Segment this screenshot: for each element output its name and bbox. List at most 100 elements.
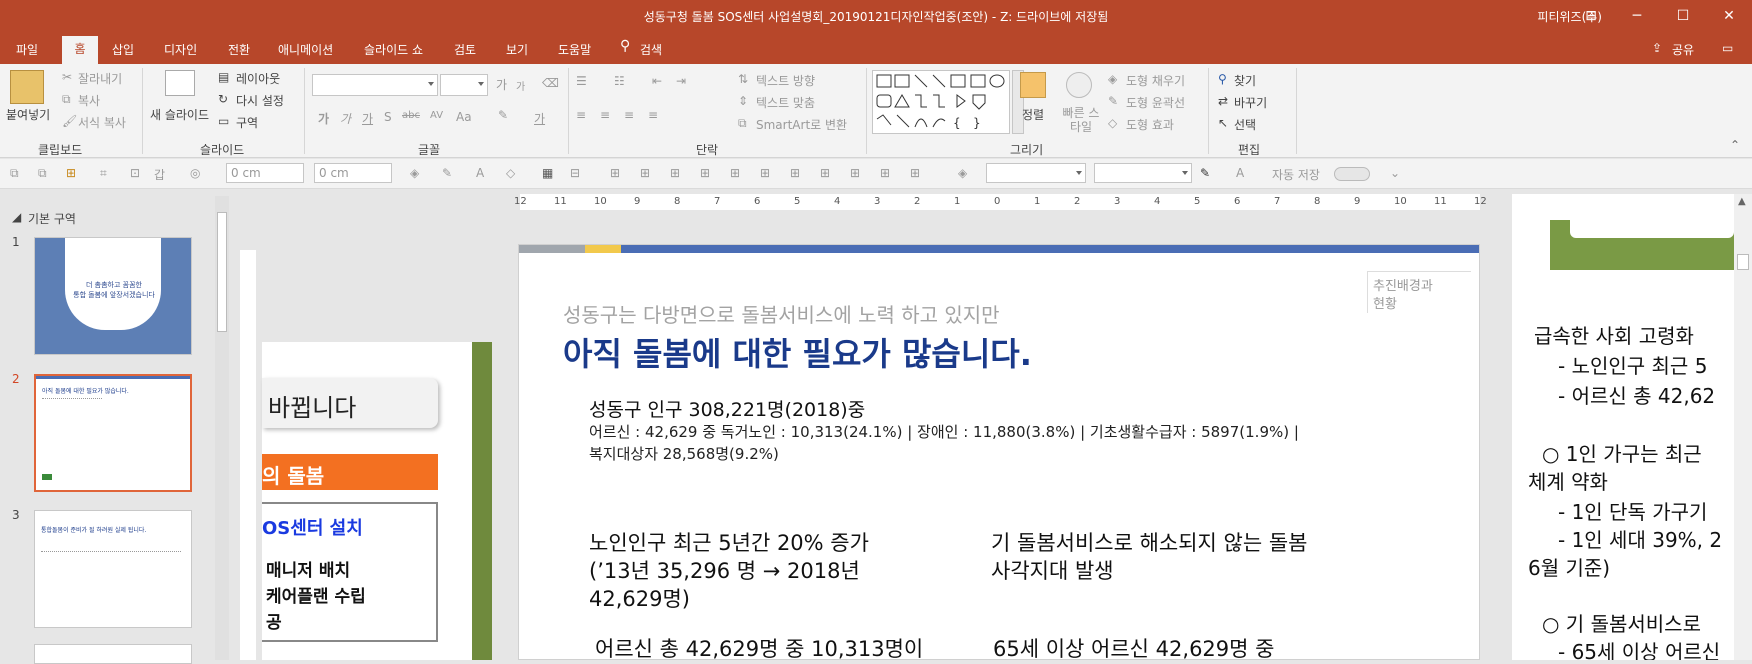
new-slide-icon[interactable] bbox=[165, 70, 195, 96]
tab-review[interactable]: 검토 bbox=[454, 41, 476, 58]
tab-slideshow[interactable]: 슬라이드 쇼 bbox=[364, 41, 423, 58]
shape-outline-button[interactable]: 도형 윤곽선 bbox=[1126, 94, 1185, 111]
slide-thumbnail-2[interactable]: 아직 돌봄에 대한 필요가 많습니다. bbox=[34, 374, 192, 492]
search-icon[interactable]: ⚲ bbox=[620, 38, 630, 54]
crop-icon[interactable]: ⌗ bbox=[100, 166, 107, 181]
arrange-icon[interactable] bbox=[1020, 72, 1046, 98]
left-heading-2[interactable]: (’13년 35,296 명 → 2018년 bbox=[589, 555, 860, 585]
bullets-icon[interactable]: ☰ bbox=[576, 74, 587, 88]
font-color-button[interactable]: 가 bbox=[534, 110, 545, 127]
thumbnails-scrollbar[interactable] bbox=[215, 196, 229, 660]
align-right-icon[interactable]: ≡ bbox=[624, 108, 634, 122]
section-tag-line2[interactable]: 현황 bbox=[1373, 293, 1397, 312]
find-button[interactable]: 찾기 bbox=[1234, 72, 1256, 89]
grid-icon-4[interactable]: ⊞ bbox=[700, 166, 710, 180]
shapes-gallery[interactable]: { } bbox=[872, 70, 1010, 134]
thumbnails-scroll-thumb[interactable] bbox=[217, 212, 227, 332]
share-icon[interactable]: ⇪ bbox=[1652, 41, 1662, 55]
maximize-icon[interactable]: ☐ bbox=[1660, 0, 1706, 32]
text-direction-icon[interactable]: ⇅ bbox=[738, 72, 748, 86]
select-button[interactable]: 선택 bbox=[1234, 116, 1256, 133]
grid-icon-8[interactable]: ⊞ bbox=[820, 166, 830, 180]
tab-search[interactable]: 검색 bbox=[640, 41, 662, 58]
select-icon[interactable]: ↖ bbox=[1218, 116, 1228, 130]
layout-icon[interactable]: ▤ bbox=[218, 70, 229, 84]
collapse-ribbon-icon[interactable]: ⌃ bbox=[1730, 138, 1740, 152]
quick-styles-icon[interactable] bbox=[1066, 72, 1092, 98]
left-bottom-text[interactable]: 어르신 총 42,629명 중 10,313명이 bbox=[595, 633, 923, 663]
tab-design[interactable]: 디자인 bbox=[164, 41, 197, 58]
justify-icon[interactable]: ≡ bbox=[648, 108, 658, 122]
customize-qat-icon[interactable]: ⌄ bbox=[1390, 166, 1400, 180]
grid-icon-1[interactable]: ⊞ bbox=[610, 166, 620, 180]
minimize-icon[interactable]: ─ bbox=[1614, 0, 1660, 32]
tab-transitions[interactable]: 전환 bbox=[228, 41, 250, 58]
align-left-icon[interactable]: ≡ bbox=[576, 108, 586, 122]
shapes-icons[interactable]: { } bbox=[873, 71, 1011, 135]
replace-icon[interactable]: ⇄ bbox=[1218, 94, 1228, 108]
cut-button[interactable]: 잘라내기 bbox=[78, 70, 122, 87]
slide-thumbnail-1[interactable]: 더 촘촘하고 꼼꼼한 통합 돌봄에 앞장서겠습니다 bbox=[34, 237, 192, 355]
grid-icon-11[interactable]: ⊞ bbox=[910, 166, 920, 180]
right-heading-1[interactable]: 기 돌봄서비스로 해소되지 않는 돌봄 bbox=[991, 527, 1308, 557]
current-slide[interactable]: 추진배경과 현황 성동구는 다방면으로 돌봄서비스에 노력 하고 있지만 아직 … bbox=[518, 244, 1480, 663]
format-painter-button[interactable]: 서식 복사 bbox=[78, 114, 126, 131]
left-heading-3[interactable]: 42,629명) bbox=[589, 583, 690, 613]
size-combo-small[interactable] bbox=[1094, 163, 1192, 183]
autosave-toggle[interactable] bbox=[1334, 167, 1370, 181]
close-icon[interactable]: ✕ bbox=[1706, 0, 1752, 32]
decrease-indent-icon[interactable]: ⇤ bbox=[652, 74, 662, 88]
outline-icon[interactable]: ✎ bbox=[442, 166, 452, 180]
tab-insert[interactable]: 삽입 bbox=[112, 41, 134, 58]
stats-line-2[interactable]: 복지대상자 28,568명(9.2%) bbox=[589, 443, 779, 464]
format-painter-icon[interactable]: 🖌 bbox=[62, 114, 77, 128]
change-case-button[interactable]: Aa bbox=[456, 110, 472, 124]
align-text-icon[interactable]: ⇕ bbox=[738, 94, 748, 108]
find-icon[interactable]: ⚲ bbox=[1218, 72, 1227, 86]
shape-fill-icon[interactable]: ◈ bbox=[1108, 72, 1117, 86]
font-combo-small[interactable] bbox=[986, 163, 1086, 183]
tab-help[interactable]: 도움말 bbox=[558, 41, 591, 58]
grid-icon-2[interactable]: ⊞ bbox=[640, 166, 650, 180]
numbering-icon[interactable]: ☷ bbox=[614, 74, 625, 88]
group-icon[interactable]: ⧉ bbox=[10, 166, 19, 181]
increase-indent-icon[interactable]: ⇥ bbox=[676, 74, 686, 88]
font-color-small-2-icon[interactable]: A bbox=[1236, 166, 1244, 180]
left-heading-1[interactable]: 노인인구 최근 5년간 20% 증가 bbox=[589, 527, 869, 557]
grid-icon-5[interactable]: ⊞ bbox=[730, 166, 740, 180]
editor-scroll-thumb[interactable] bbox=[1737, 254, 1749, 270]
shape-effects-icon[interactable]: ◇ bbox=[1108, 116, 1117, 130]
new-slide-button[interactable]: 새 슬라이드 bbox=[150, 106, 209, 123]
editor-vertical-scrollbar[interactable]: ▲ bbox=[1734, 194, 1752, 660]
grid-icon-7[interactable]: ⊞ bbox=[790, 166, 800, 180]
gaap-button[interactable]: 갑 bbox=[154, 166, 165, 183]
highlight-icon[interactable]: ✎ bbox=[498, 108, 508, 122]
bold-button[interactable]: 가 bbox=[318, 110, 329, 127]
quick-styles-button[interactable]: 빠른 스타일 bbox=[1058, 106, 1104, 134]
right-bottom-text[interactable]: 65세 이상 어르신 42,629명 중 bbox=[993, 633, 1274, 663]
table-icon[interactable]: ▦ bbox=[542, 166, 553, 180]
shape-outline-icon[interactable]: ✎ bbox=[1108, 94, 1118, 108]
tab-animations[interactable]: 애니메이션 bbox=[278, 41, 333, 58]
font-size-combo[interactable] bbox=[440, 74, 488, 96]
underline-button[interactable]: 가 bbox=[362, 110, 373, 127]
section-tag-line1[interactable]: 추진배경과 bbox=[1373, 275, 1433, 294]
strikethrough-button[interactable]: abc bbox=[402, 110, 420, 121]
grid-icon-6[interactable]: ⊞ bbox=[760, 166, 770, 180]
shape-width-field[interactable]: 0 cm bbox=[226, 163, 304, 183]
fill-icon[interactable]: ◈ bbox=[410, 166, 419, 180]
smartart-icon[interactable]: ⧉ bbox=[738, 116, 747, 131]
smartart-button[interactable]: SmartArt로 변환 bbox=[756, 116, 847, 133]
slide-subtitle[interactable]: 성동구는 다방면으로 돌봄서비스에 노력 하고 있지만 bbox=[563, 299, 1000, 328]
share-button[interactable]: 공유 bbox=[1672, 41, 1694, 58]
grid-icon-3[interactable]: ⊞ bbox=[670, 166, 680, 180]
slide-title[interactable]: 아직 돌봄에 대한 필요가 많습니다. bbox=[563, 329, 1032, 375]
slide-thumbnail-4[interactable] bbox=[34, 644, 192, 664]
shadow-button[interactable]: S bbox=[384, 110, 392, 124]
tab-file[interactable]: 파일 bbox=[16, 41, 38, 58]
section-icon[interactable]: ▭ bbox=[218, 114, 229, 128]
right-heading-2[interactable]: 사각지대 발생 bbox=[991, 555, 1114, 585]
font-name-combo[interactable] bbox=[312, 74, 438, 96]
copy-icon[interactable]: ⧉ bbox=[62, 92, 71, 107]
effects-icon[interactable]: ◇ bbox=[506, 166, 515, 180]
